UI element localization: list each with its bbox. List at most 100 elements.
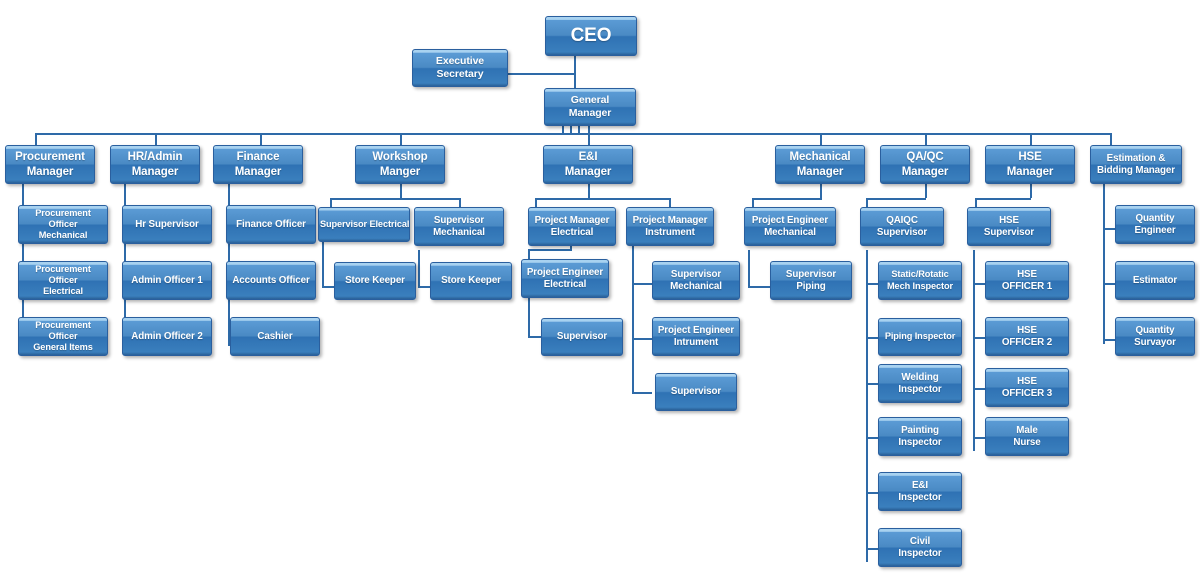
connector-pe-elec-in <box>528 249 530 259</box>
node-ei-manager[interactable]: E&I Manager <box>543 145 633 184</box>
node-quantity-survayor[interactable]: Quantity Survayor <box>1115 317 1195 356</box>
node-estimator[interactable]: Estimator <box>1115 261 1195 300</box>
node-mechanical-manager-label: Mechanical Manager <box>789 151 851 178</box>
node-finance-officer[interactable]: Finance Officer <box>226 205 316 244</box>
node-supervisor-piping-label: Supervisor Piping <box>785 268 837 292</box>
node-project-manager-electrical[interactable]: Project Manager Electrical <box>528 207 616 246</box>
node-supervisor-piping[interactable]: Supervisor Piping <box>770 261 852 300</box>
connector-supmech-spine <box>418 250 420 286</box>
node-ceo-label: CEO <box>570 25 612 47</box>
node-hse-supervisor[interactable]: HSE Supervisor <box>967 207 1051 246</box>
node-hse-officer-1[interactable]: HSE OFFICER 1 <box>985 261 1069 300</box>
node-procurement-manager-label: Procurement Manager <box>15 151 85 178</box>
connector-pminst-1 <box>632 283 652 285</box>
connector-pe-mech-to-suppiping <box>748 286 772 288</box>
connector-mech-down <box>820 184 822 198</box>
node-estimation-bidding-manager-label: Estimation & Bidding Manager <box>1097 152 1175 176</box>
node-workshop-manager-label: Workshop Manger <box>372 151 428 178</box>
node-general-manager[interactable]: General Manager <box>544 88 636 126</box>
node-finance-manager-label: Finance Manager <box>234 151 282 178</box>
node-procurement-officer-mechanical[interactable]: Procurement Officer Mechanical <box>18 205 108 244</box>
node-supervisor-mechanical-ei[interactable]: Supervisor Mechanical <box>652 261 740 300</box>
node-hse-manager[interactable]: HSE Manager <box>985 145 1075 184</box>
connector-ei-split <box>535 198 670 200</box>
node-welding-inspector[interactable]: Welding Inspector <box>878 364 962 403</box>
node-mechanical-manager[interactable]: Mechanical Manager <box>775 145 865 184</box>
node-admin-officer-1-label: Admin Officer 1 <box>131 274 203 286</box>
node-ei-inspector[interactable]: E&I Inspector <box>878 472 962 511</box>
connector-pminst-3 <box>632 392 652 394</box>
node-hse-officer-2-label: HSE OFFICER 2 <box>1001 324 1053 348</box>
connector-pminst-2 <box>632 338 652 340</box>
node-finance-manager[interactable]: Finance Manager <box>213 145 303 184</box>
node-project-engineer-instrument[interactable]: Project Engineer Intrument <box>652 317 740 356</box>
node-male-nurse-label: Male Nurse <box>1013 424 1041 448</box>
connector-bus-estimation <box>1110 133 1112 145</box>
node-project-manager-instrument-label: Project Manager Instrument <box>632 214 708 238</box>
node-piping-inspector[interactable]: Piping Inspector <box>878 318 962 356</box>
node-admin-officer-1[interactable]: Admin Officer 1 <box>122 261 212 300</box>
node-store-keeper-2[interactable]: Store Keeper <box>430 262 512 300</box>
node-supervisor-ei-electrical[interactable]: Supervisor <box>541 318 623 356</box>
node-admin-officer-2[interactable]: Admin Officer 2 <box>122 317 212 356</box>
node-ei-manager-label: E&I Manager <box>564 151 612 178</box>
node-store-keeper-1[interactable]: Store Keeper <box>334 262 416 300</box>
node-cashier[interactable]: Cashier <box>230 317 320 356</box>
node-supervisor-electrical-label: Supervisor Electrical <box>320 218 410 229</box>
node-quantity-survayor-label: Quantity Survayor <box>1134 324 1176 348</box>
node-hse-officer-2[interactable]: HSE OFFICER 2 <box>985 317 1069 356</box>
node-executive-secretary-label: Executive Secretary <box>435 55 485 80</box>
node-hr-admin-manager[interactable]: HR/Admin Manager <box>110 145 200 184</box>
connector-bus-finance <box>260 133 262 145</box>
node-hse-officer-3-label: HSE OFFICER 3 <box>1001 375 1053 399</box>
node-procurement-officer-general-items[interactable]: Procurement Officer General Items <box>18 317 108 356</box>
node-hse-officer-3[interactable]: HSE OFFICER 3 <box>985 368 1069 407</box>
node-qaqc-manager[interactable]: QA/QC Manager <box>880 145 970 184</box>
node-project-manager-instrument[interactable]: Project Manager Instrument <box>626 207 714 246</box>
node-project-engineer-mechanical-label: Project Engineer Mechanical <box>751 214 829 238</box>
connector-bus-ei <box>588 133 590 145</box>
connector-bus-mechanical <box>820 133 822 145</box>
node-estimator-label: Estimator <box>1132 274 1178 286</box>
node-qaqc-supervisor[interactable]: QAIQC Supervisor <box>860 207 944 246</box>
node-welding-inspector-label: Welding Inspector <box>898 371 942 395</box>
node-workshop-manager[interactable]: Workshop Manger <box>355 145 445 184</box>
node-procurement-officer-electrical-label: Procurement Officer Electrical <box>35 263 91 297</box>
node-quantity-engineer[interactable]: Quantity Engineer <box>1115 205 1195 244</box>
node-supervisor-mechanical-workshop[interactable]: Supervisor Mechanical <box>414 207 504 246</box>
connector-pminst-spine <box>632 240 634 392</box>
node-qaqc-supervisor-label: QAIQC Supervisor <box>876 214 928 238</box>
node-civil-inspector[interactable]: Civil Inspector <box>878 528 962 567</box>
connector-qaqc-spine <box>866 250 868 562</box>
connector-pmelec-to-pe <box>528 249 572 251</box>
node-project-engineer-electrical[interactable]: Project Engineer Electrical <box>521 259 609 298</box>
connector-workshop-down <box>400 184 402 198</box>
node-static-rotatic-mech-inspector[interactable]: Static/Rotatic Mech Inspector <box>878 261 962 300</box>
node-supervisor-electrical[interactable]: Supervisor Electrical <box>318 207 410 242</box>
node-admin-officer-2-label: Admin Officer 2 <box>131 330 203 342</box>
connector-workshop-split <box>330 198 460 200</box>
node-store-keeper-2-label: Store Keeper <box>441 275 501 287</box>
connector-bus-hr <box>155 133 157 145</box>
node-procurement-officer-electrical[interactable]: Procurement Officer Electrical <box>18 261 108 300</box>
node-supervisor-mechanical-workshop-label: Supervisor Mechanical <box>433 214 485 238</box>
node-supervisor-ei-instrument-label: Supervisor <box>670 386 722 398</box>
connector-hse-down <box>1030 184 1032 198</box>
node-supervisor-ei-instrument[interactable]: Supervisor <box>655 373 737 411</box>
node-hr-supervisor[interactable]: Hr Supervisor <box>122 205 212 244</box>
connector-hse-spine <box>973 250 975 451</box>
node-estimation-bidding-manager[interactable]: Estimation & Bidding Manager <box>1090 145 1182 184</box>
node-painting-inspector[interactable]: Painting Inspector <box>878 417 962 456</box>
node-male-nurse[interactable]: Male Nurse <box>985 417 1069 456</box>
connector-bus-qaqc <box>925 133 927 145</box>
node-cashier-label: Cashier <box>257 330 293 342</box>
node-painting-inspector-label: Painting Inspector <box>898 424 942 448</box>
node-procurement-officer-mechanical-label: Procurement Officer Mechanical <box>35 207 91 241</box>
node-project-engineer-mechanical[interactable]: Project Engineer Mechanical <box>744 207 836 246</box>
node-ceo[interactable]: CEO <box>545 16 637 56</box>
node-hse-officer-1-label: HSE OFFICER 1 <box>1001 268 1053 292</box>
node-executive-secretary[interactable]: Executive Secretary <box>412 49 508 87</box>
connector-bus-workshop <box>400 133 402 145</box>
node-accounts-officer[interactable]: Accounts Officer <box>226 261 316 300</box>
node-procurement-manager[interactable]: Procurement Manager <box>5 145 95 184</box>
